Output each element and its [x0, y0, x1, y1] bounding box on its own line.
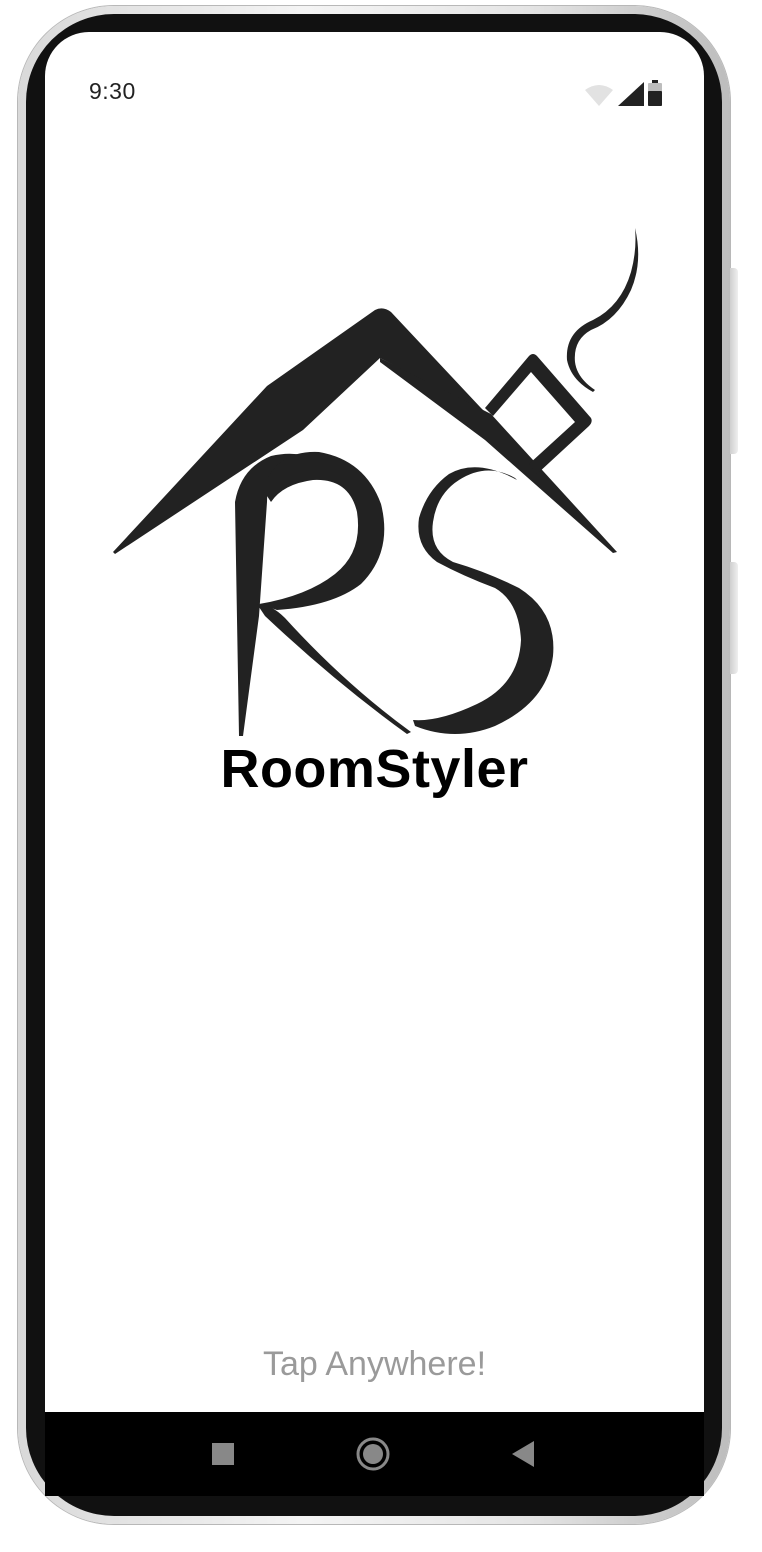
brand-name: RoomStyler: [220, 739, 529, 799]
smoke-swirl: [566, 228, 639, 392]
power-button: [730, 268, 738, 454]
home-circle-icon: [356, 1437, 390, 1471]
house-rs-logo-icon: [113, 228, 639, 736]
back-button[interactable]: [501, 1432, 545, 1476]
recents-square-icon: [212, 1443, 234, 1465]
navigation-bar: [45, 1412, 704, 1496]
letter-r-bowl: [259, 451, 385, 610]
home-button[interactable]: [351, 1432, 395, 1476]
splash-screen[interactable]: 9:30 RoomStyler Tap Anywhere!: [45, 32, 704, 1412]
letter-r-leg: [257, 604, 411, 734]
tap-anywhere-hint[interactable]: Tap Anywhere!: [45, 1345, 704, 1384]
letter-s: [413, 467, 554, 734]
roof-right-stroke: [380, 358, 617, 553]
recents-button[interactable]: [201, 1432, 245, 1476]
back-triangle-icon: [512, 1441, 534, 1467]
volume-button: [730, 562, 738, 674]
